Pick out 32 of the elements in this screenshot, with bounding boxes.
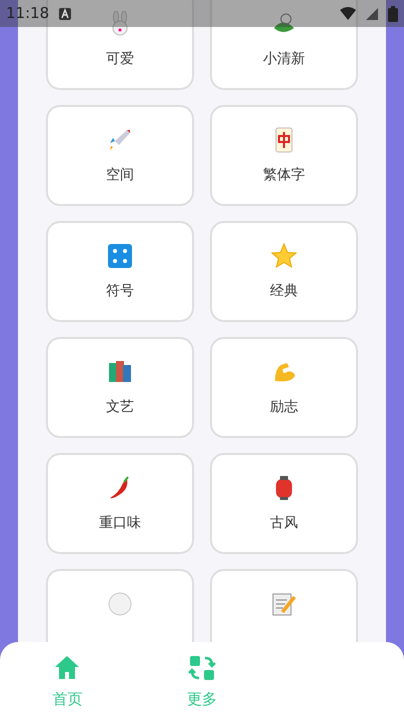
category-card[interactable] xyxy=(210,569,358,642)
category-label: 励志 xyxy=(270,398,298,417)
category-label: 文艺 xyxy=(106,398,134,417)
wifi-icon xyxy=(340,7,356,20)
notification-a-icon xyxy=(59,8,72,20)
category-label: 可爱 xyxy=(106,50,134,69)
category-card[interactable]: 文艺 xyxy=(46,337,194,438)
signal-icon xyxy=(366,8,378,20)
category-card[interactable]: 空间 xyxy=(46,105,194,206)
category-label: 繁体字 xyxy=(263,166,305,185)
category-label: 符号 xyxy=(106,282,134,301)
home-icon xyxy=(53,654,82,682)
swap-squares-icon xyxy=(188,654,216,682)
symbols-icon xyxy=(107,243,133,269)
category-label: 重口味 xyxy=(99,514,141,533)
battery-icon xyxy=(388,6,398,22)
circle-icon xyxy=(107,591,133,617)
category-card[interactable]: 励志 xyxy=(210,337,358,438)
category-label: 经典 xyxy=(270,282,298,301)
category-card[interactable]: 小清新 xyxy=(210,0,358,90)
category-card[interactable]: 重口味 xyxy=(46,453,194,554)
category-card[interactable]: 符号 xyxy=(46,221,194,322)
category-card[interactable]: 繁体字 xyxy=(210,105,358,206)
memo-pencil-icon xyxy=(271,591,297,617)
books-icon xyxy=(107,359,133,385)
category-label: 古风 xyxy=(270,514,298,533)
star-icon xyxy=(271,243,297,269)
category-card[interactable] xyxy=(46,569,194,642)
category-card[interactable]: 古风 xyxy=(210,453,358,554)
category-label: 空间 xyxy=(106,166,134,185)
category-card[interactable]: 经典 xyxy=(210,221,358,322)
category-label: 小清新 xyxy=(263,50,305,69)
